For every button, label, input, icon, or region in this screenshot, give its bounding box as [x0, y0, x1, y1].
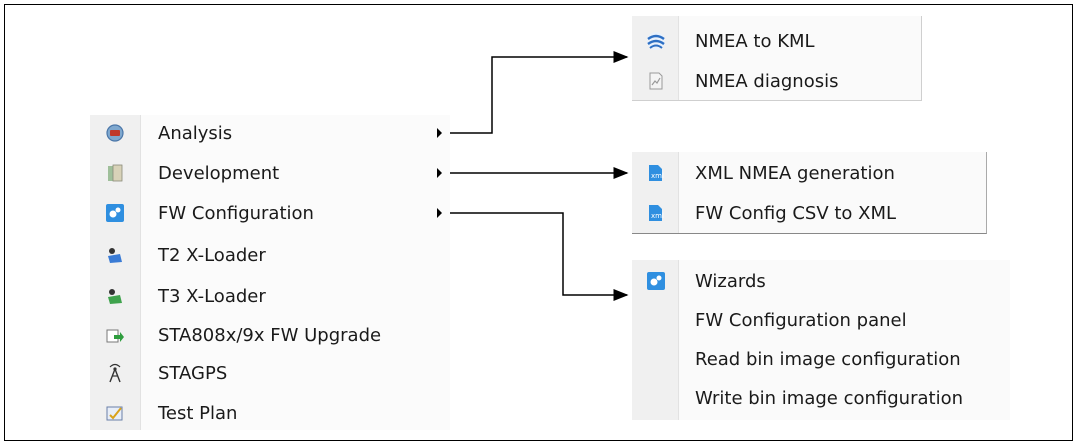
diagnosis-document-icon	[646, 71, 666, 91]
menu-item-label: T2 X-Loader	[158, 244, 266, 266]
submenu-arrow-icon	[437, 208, 442, 218]
menu-item-label: STA808x/9x FW Upgrade	[158, 324, 382, 346]
menu-item-xml-nmea-generation[interactable]: xml XML NMEA generation	[632, 155, 986, 191]
fw-upgrade-icon	[105, 325, 125, 345]
t2-loader-icon	[105, 245, 125, 265]
menu-item-test-plan[interactable]: Test Plan	[90, 395, 450, 431]
menu-item-fw-upgrade[interactable]: STA808x/9x FW Upgrade	[90, 317, 450, 353]
development-submenu: xml XML NMEA generation xml FW Config CS…	[632, 152, 987, 234]
connector-fw-configuration	[440, 212, 629, 301]
menu-item-label: T3 X-Loader	[158, 285, 266, 307]
menu-item-label: FW Configuration	[158, 202, 314, 224]
menu-item-t2-x-loader[interactable]: T2 X-Loader	[90, 237, 450, 273]
menu-item-label: Wizards	[695, 270, 766, 292]
menu-item-nmea-to-kml[interactable]: NMEA to KML	[632, 23, 921, 59]
menu-item-t3-x-loader[interactable]: T3 X-Loader	[90, 278, 450, 314]
menu-item-label: Read bin image configuration	[695, 348, 961, 370]
menu-item-nmea-diagnosis[interactable]: NMEA diagnosis	[632, 63, 921, 99]
menu-item-analysis[interactable]: Analysis	[90, 115, 450, 151]
xml-generator-icon: xml	[646, 163, 666, 183]
svg-text:xml: xml	[651, 212, 664, 220]
menu-item-label: Analysis	[158, 122, 233, 144]
menu-item-wizards[interactable]: Wizards	[632, 263, 1010, 299]
submenu-arrow-icon	[437, 128, 442, 138]
wizard-icon	[646, 271, 666, 291]
menu-item-label: NMEA diagnosis	[695, 70, 839, 92]
menu-item-label: FW Configuration panel	[695, 309, 907, 331]
development-icon	[105, 163, 125, 183]
menu-item-fw-configuration-panel[interactable]: FW Configuration panel	[632, 302, 1010, 338]
menu-item-label: Development	[158, 162, 280, 184]
menu-item-development[interactable]: Development	[90, 155, 450, 191]
menu-item-label: FW Config CSV to XML	[695, 202, 897, 224]
menu-item-fw-config-csv-to-xml[interactable]: xml FW Config CSV to XML	[632, 195, 986, 231]
menu-item-label: Write bin image configuration	[695, 387, 963, 409]
kml-globe-icon	[646, 31, 666, 51]
analysis-submenu: NMEA to KML NMEA diagnosis	[632, 16, 922, 101]
menu-item-label: XML NMEA generation	[695, 162, 895, 184]
menu-item-label: Test Plan	[158, 402, 238, 424]
fw-configuration-submenu: Wizards FW Configuration panel Read bin …	[632, 260, 1010, 420]
antenna-icon	[105, 363, 125, 383]
fw-configuration-icon	[105, 203, 125, 223]
submenu-arrow-icon	[437, 168, 442, 178]
menu-item-write-bin-image-configuration[interactable]: Write bin image configuration	[632, 380, 1010, 416]
connector-analysis	[440, 51, 629, 134]
menu-item-stagps[interactable]: STAGPS	[90, 355, 450, 391]
t3-loader-icon	[105, 286, 125, 306]
csv-to-xml-icon: xml	[646, 203, 666, 223]
svg-text:xml: xml	[651, 172, 664, 180]
analysis-icon	[105, 123, 125, 143]
test-plan-icon	[105, 403, 125, 423]
menu-item-label: NMEA to KML	[695, 30, 815, 52]
menu-item-fw-configuration[interactable]: FW Configuration	[90, 195, 450, 231]
main-context-menu: Analysis Development FW Configuration T2…	[90, 115, 450, 430]
menu-item-read-bin-image-configuration[interactable]: Read bin image configuration	[632, 341, 1010, 377]
menu-item-label: STAGPS	[158, 362, 228, 384]
